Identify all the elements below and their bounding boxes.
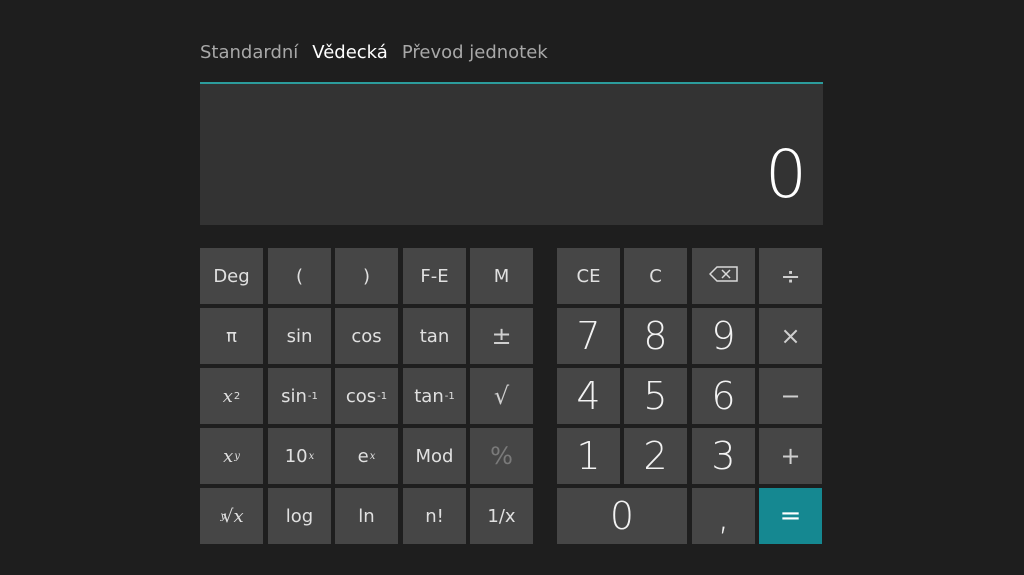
x-squared-base: x — [222, 385, 233, 407]
ten-power-x-button[interactable]: 10 x — [268, 428, 331, 484]
backspace-button[interactable] — [692, 248, 755, 304]
arccos-base: cos — [345, 385, 377, 407]
plus-button[interactable]: + — [759, 428, 822, 484]
mode-tabs: Standardní Vědecká Převod jednotek — [200, 42, 548, 63]
equals-button[interactable]: = — [759, 488, 822, 544]
plus-minus-button[interactable]: ± — [470, 308, 533, 364]
e-power-x-button[interactable]: ex — [335, 428, 398, 484]
tan-button[interactable]: tan — [403, 308, 466, 364]
sqrt-button[interactable]: √ — [470, 368, 533, 424]
decimal-comma-button[interactable]: , — [692, 488, 755, 544]
y-root-base: x — [233, 505, 244, 527]
percent-button[interactable]: % — [470, 428, 533, 484]
x-power-y-button[interactable]: xy — [200, 428, 263, 484]
ten-power-x-base: 10 — [284, 445, 308, 467]
e-power-x-base: e — [357, 445, 369, 467]
cos-button[interactable]: cos — [335, 308, 398, 364]
x-squared-exp: 2 — [233, 390, 241, 402]
minus-button[interactable]: − — [759, 368, 822, 424]
backspace-icon — [708, 265, 739, 287]
digit-9-button[interactable]: 9 — [692, 308, 755, 364]
arcsin-button[interactable]: sin -1 — [268, 368, 331, 424]
arcsin-base: sin — [281, 385, 307, 407]
divide-button[interactable]: ÷ — [759, 248, 822, 304]
result-display: 0 — [200, 82, 823, 225]
arcsin-exp: -1 — [307, 390, 318, 402]
fe-button[interactable]: F-E — [403, 248, 466, 304]
e-power-x-exp: x — [369, 450, 376, 462]
memory-button[interactable]: M — [470, 248, 533, 304]
tab-unit-conversion[interactable]: Převod jednotek — [402, 42, 548, 63]
ten-power-x-exp: x — [308, 450, 315, 462]
factorial-button[interactable]: n! — [403, 488, 466, 544]
ln-button[interactable]: ln — [335, 488, 398, 544]
multiply-button[interactable]: × — [759, 308, 822, 364]
arccos-button[interactable]: cos -1 — [335, 368, 398, 424]
y-root-x-button[interactable]: y √ x — [200, 488, 263, 544]
pi-button[interactable]: π — [200, 308, 263, 364]
x-squared-button[interactable]: x2 — [200, 368, 263, 424]
arccos-exp: -1 — [377, 390, 388, 402]
digit-1-button[interactable]: 1 — [557, 428, 620, 484]
log-button[interactable]: log — [268, 488, 331, 544]
clear-entry-button[interactable]: CE — [557, 248, 620, 304]
arctan-base: tan — [414, 385, 444, 407]
reciprocal-button[interactable]: 1/x — [470, 488, 533, 544]
deg-button[interactable]: Deg — [200, 248, 263, 304]
calculator-app: Standardní Vědecká Převod jednotek 0 Deg… — [0, 0, 1024, 575]
clear-button[interactable]: C — [624, 248, 687, 304]
digit-6-button[interactable]: 6 — [692, 368, 755, 424]
digit-2-button[interactable]: 2 — [624, 428, 687, 484]
arctan-button[interactable]: tan -1 — [403, 368, 466, 424]
mod-button[interactable]: Mod — [403, 428, 466, 484]
digit-5-button[interactable]: 5 — [624, 368, 687, 424]
y-root-symbol: √ — [222, 505, 234, 527]
sin-button[interactable]: sin — [268, 308, 331, 364]
digit-4-button[interactable]: 4 — [557, 368, 620, 424]
digit-0-button[interactable]: 0 — [557, 488, 687, 544]
x-power-y-base: x — [223, 445, 234, 467]
digit-3-button[interactable]: 3 — [692, 428, 755, 484]
digit-8-button[interactable]: 8 — [624, 308, 687, 364]
display-value: 0 — [765, 136, 807, 213]
close-paren-button[interactable]: ) — [335, 248, 398, 304]
tab-scientific[interactable]: Vědecká — [312, 42, 388, 63]
arctan-exp: -1 — [444, 390, 455, 402]
x-power-y-exp: y — [234, 450, 240, 462]
open-paren-button[interactable]: ( — [268, 248, 331, 304]
digit-7-button[interactable]: 7 — [557, 308, 620, 364]
tab-standard[interactable]: Standardní — [200, 42, 298, 63]
